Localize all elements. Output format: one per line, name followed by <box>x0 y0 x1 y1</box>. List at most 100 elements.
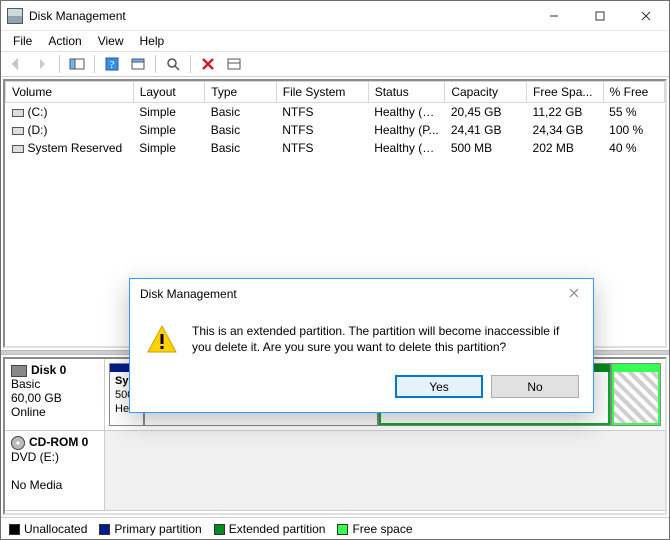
disk-label[interactable]: CD-ROM 0 DVD (E:) No Media <box>5 431 105 510</box>
legend-label: Free space <box>352 522 412 536</box>
partition-band <box>612 364 660 372</box>
cell-layout: Simple <box>133 103 205 122</box>
delete-button[interactable] <box>197 53 219 75</box>
svg-text:?: ? <box>110 59 115 71</box>
disk-icon <box>11 365 27 377</box>
minimize-button[interactable] <box>531 1 577 30</box>
main-window: Disk Management File Action View Help <box>0 0 670 540</box>
disk-name: CD-ROM 0 <box>29 435 88 449</box>
volume-icon <box>12 109 24 117</box>
window-controls <box>531 1 669 30</box>
menu-view[interactable]: View <box>90 32 132 50</box>
toolbar-separator <box>94 55 95 73</box>
help-button[interactable]: ? <box>101 53 123 75</box>
col-type[interactable]: Type <box>205 82 277 103</box>
dialog-body: This is an extended partition. The parti… <box>130 309 593 361</box>
legend-item: Free space <box>337 522 412 536</box>
disk-partitions <box>105 431 665 510</box>
volume-table[interactable]: Volume Layout Type File System Status Ca… <box>5 81 665 157</box>
table-row[interactable]: (D:) Simple Basic NTFS Healthy (P... 24,… <box>6 121 665 139</box>
cell-status: Healthy (B... <box>368 103 445 122</box>
legend-label: Unallocated <box>24 522 87 536</box>
cell-pct: 40 % <box>603 139 664 157</box>
menu-file[interactable]: File <box>5 32 40 50</box>
maximize-button[interactable] <box>577 1 623 30</box>
disk-size: 60,00 GB <box>11 391 62 405</box>
toolbar-separator <box>59 55 60 73</box>
table-row[interactable]: (C:) Simple Basic NTFS Healthy (B... 20,… <box>6 103 665 122</box>
dialog-titlebar: Disk Management <box>130 279 593 309</box>
cell-cap: 20,45 GB <box>445 103 527 122</box>
col-status[interactable]: Status <box>368 82 445 103</box>
cell-volume: (D:) <box>28 123 48 137</box>
cell-free: 202 MB <box>527 139 604 157</box>
settings-button[interactable] <box>127 53 149 75</box>
legend-item: Primary partition <box>99 522 201 536</box>
properties-button[interactable] <box>223 53 245 75</box>
cell-type: Basic <box>205 139 277 157</box>
swatch-unallocated <box>9 524 20 535</box>
swatch-free <box>337 524 348 535</box>
cell-cap: 500 MB <box>445 139 527 157</box>
window-title: Disk Management <box>29 9 531 23</box>
disk-state: Online <box>11 405 46 419</box>
col-freespace[interactable]: Free Spa... <box>527 82 604 103</box>
disk-label[interactable]: Disk 0 Basic 60,00 GB Online <box>5 359 105 430</box>
legend-item: Unallocated <box>9 522 87 536</box>
cell-pct: 55 % <box>603 103 664 122</box>
cell-fs: NTFS <box>276 121 368 139</box>
forward-button[interactable] <box>31 53 53 75</box>
legend: Unallocated Primary partition Extended p… <box>1 517 669 539</box>
show-hide-console-tree-button[interactable] <box>66 53 88 75</box>
cell-free: 11,22 GB <box>527 103 604 122</box>
cell-pct: 100 % <box>603 121 664 139</box>
volume-icon <box>12 145 24 153</box>
cell-type: Basic <box>205 121 277 139</box>
yes-button[interactable]: Yes <box>395 375 483 398</box>
col-pctfree[interactable]: % Free <box>603 82 664 103</box>
col-capacity[interactable]: Capacity <box>445 82 527 103</box>
close-button[interactable] <box>623 1 669 30</box>
no-button[interactable]: No <box>491 375 579 398</box>
dialog-message: This is an extended partition. The parti… <box>192 323 577 359</box>
swatch-primary <box>99 524 110 535</box>
titlebar: Disk Management <box>1 1 669 31</box>
toolbar: ? <box>1 51 669 77</box>
menu-help[interactable]: Help <box>132 32 173 50</box>
cell-free: 24,34 GB <box>527 121 604 139</box>
disk-name: Disk 0 <box>31 363 66 377</box>
legend-label: Primary partition <box>114 522 201 536</box>
partition-free-space[interactable] <box>611 363 661 426</box>
dialog-close-button[interactable] <box>565 283 583 305</box>
cell-cap: 24,41 GB <box>445 121 527 139</box>
swatch-extended <box>214 524 225 535</box>
cell-fs: NTFS <box>276 139 368 157</box>
col-volume[interactable]: Volume <box>6 82 134 103</box>
toolbar-separator <box>155 55 156 73</box>
warning-icon <box>146 323 178 359</box>
cell-layout: Simple <box>133 139 205 157</box>
refresh-button[interactable] <box>162 53 184 75</box>
table-header-row: Volume Layout Type File System Status Ca… <box>6 82 665 103</box>
menubar: File Action View Help <box>1 31 669 51</box>
legend-item: Extended partition <box>214 522 326 536</box>
col-filesystem[interactable]: File System <box>276 82 368 103</box>
legend-label: Extended partition <box>229 522 326 536</box>
disk-type: Basic <box>11 377 40 391</box>
dialog-title: Disk Management <box>140 287 237 301</box>
col-layout[interactable]: Layout <box>133 82 205 103</box>
cell-volume: (C:) <box>28 105 48 119</box>
cell-fs: NTFS <box>276 103 368 122</box>
table-row[interactable]: System Reserved Simple Basic NTFS Health… <box>6 139 665 157</box>
cdrom-icon <box>11 436 25 450</box>
cell-status: Healthy (S... <box>368 139 445 157</box>
disk-row: CD-ROM 0 DVD (E:) No Media <box>5 431 665 511</box>
disk-state: No Media <box>11 478 62 492</box>
app-icon <box>7 8 23 24</box>
cell-layout: Simple <box>133 121 205 139</box>
confirm-delete-dialog: Disk Management This is an extended part… <box>129 278 594 413</box>
cell-type: Basic <box>205 103 277 122</box>
back-button[interactable] <box>5 53 27 75</box>
disk-drive: DVD (E:) <box>11 450 59 464</box>
menu-action[interactable]: Action <box>40 32 89 50</box>
